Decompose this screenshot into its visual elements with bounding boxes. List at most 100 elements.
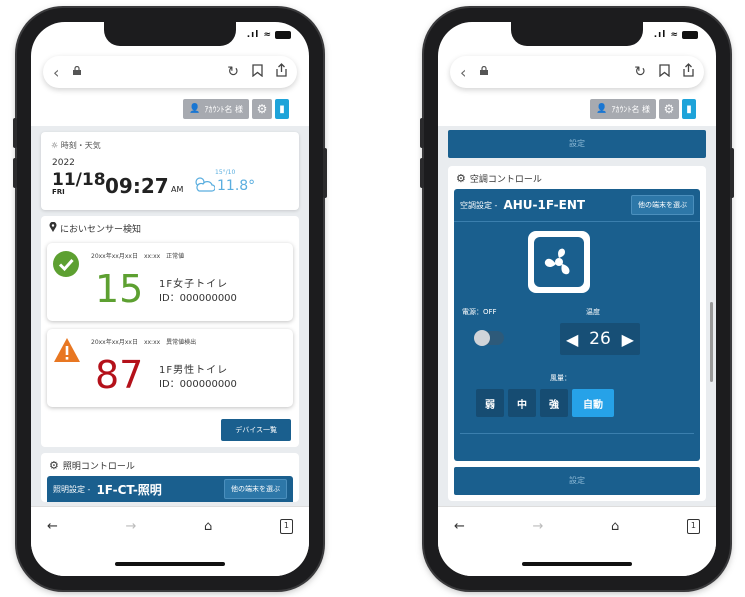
section-title: においセンサー検知 xyxy=(41,216,299,239)
location-pin-icon xyxy=(49,221,57,235)
lighting-title: 照明コントロール xyxy=(62,462,135,472)
reload-icon[interactable]: ↻ xyxy=(227,64,239,80)
screen: .ıl ≈ ‹ ↻ 👤 ｱｶｳﾝﾄ名 様 ⚙ ▮ xyxy=(438,22,716,576)
user-menu-button[interactable]: 👤 ｱｶｳﾝﾄ名 様 xyxy=(183,99,249,119)
forward-arrow-icon[interactable]: → xyxy=(533,519,544,534)
trash-icon[interactable]: ▮ xyxy=(682,99,696,119)
battery-icon xyxy=(275,30,291,39)
browser-toolbar: ← → ⌂ 1 xyxy=(31,506,309,576)
user-menu-button[interactable]: 👤 ｱｶｳﾝﾄ名 様 xyxy=(590,99,656,119)
odor-sensor-section: においセンサー検知 20xx年xx月xx日 xx:xx 正常値 15 1F女子ト… xyxy=(41,216,299,447)
power-button xyxy=(730,148,734,198)
sensor-card[interactable]: 20xx年xx月xx日 xx:xx 異常値検出 87 1F男性トイレ ID：00… xyxy=(47,329,293,407)
decrease-temp-button[interactable]: ◀ xyxy=(566,330,578,349)
power-toggle[interactable] xyxy=(474,330,504,346)
power-label: 電源：OFF xyxy=(462,308,497,316)
ac-label: 空調設定 - xyxy=(460,200,498,210)
clock-time: 09:27 xyxy=(105,174,169,198)
screen: .ıl ≈ ‹ ↻ 👤 ｱｶｳﾝﾄ名 様 ⚙ ▮ xyxy=(31,22,309,576)
tabs-icon[interactable]: 1 xyxy=(279,519,293,534)
year: 2022 xyxy=(52,158,75,168)
gear-icon[interactable]: ⚙ xyxy=(252,99,272,119)
user-name: ｱｶｳﾝﾄ名 様 xyxy=(611,104,650,114)
volume-button xyxy=(13,158,17,188)
hi-lo-temp: 15°/10 xyxy=(215,169,236,176)
fan-speed-label: 風量： xyxy=(550,374,571,382)
lighting-device-name: 1F-CT-照明 xyxy=(96,482,162,497)
trash-icon[interactable]: ▮ xyxy=(275,99,289,119)
section-title: ⚙ 空調コントロール xyxy=(448,166,706,189)
browser-url-bar[interactable]: ‹ ↻ xyxy=(43,56,297,88)
back-arrow-icon[interactable]: ← xyxy=(454,519,465,534)
warning-icon xyxy=(53,337,80,363)
browser-url-bar[interactable]: ‹ ↻ xyxy=(450,56,704,88)
volume-button xyxy=(13,118,17,148)
tabs-icon[interactable]: 1 xyxy=(686,519,700,534)
gear-icon[interactable]: ⚙ xyxy=(659,99,679,119)
share-icon[interactable] xyxy=(276,63,287,81)
bookmark-icon[interactable] xyxy=(252,63,263,81)
lighting-header: 照明設定 - 1F-CT-照明 他の端末を選ぶ xyxy=(47,476,293,502)
ac-panel: 空調設定 - AHU-1F-ENT 他の端末を選ぶ 電源：OFF 温度 ◀ 26… xyxy=(454,189,700,461)
volume-button xyxy=(420,158,424,188)
back-chevron-icon[interactable]: ‹ xyxy=(53,63,73,82)
bookmark-icon[interactable] xyxy=(659,63,670,81)
select-device-button[interactable]: 他の端末を選ぶ xyxy=(224,479,287,499)
sensor-location: 1F女子トイレ xyxy=(159,279,229,290)
sensor-card[interactable]: 20xx年xx月xx日 xx:xx 正常値 15 1F女子トイレ ID：0000… xyxy=(47,243,293,321)
sensor-id: ID：000000000 xyxy=(159,379,237,390)
user-icon: 👤 xyxy=(596,104,608,114)
status-bar: .ıl ≈ xyxy=(247,30,291,40)
weather-title: 時刻・天気 xyxy=(60,141,101,150)
temperature-value: 26 xyxy=(589,329,611,349)
current-temp: 11.8° xyxy=(217,178,256,194)
home-icon[interactable]: ⌂ xyxy=(204,519,212,534)
lock-icon xyxy=(480,65,496,78)
set-button[interactable]: 設定 xyxy=(454,467,700,495)
home-indicator[interactable] xyxy=(522,562,632,566)
share-icon[interactable] xyxy=(683,63,694,81)
ac-title: 空調コントロール xyxy=(469,175,542,185)
user-icon: 👤 xyxy=(189,104,201,114)
select-device-button[interactable]: 他の端末を選ぶ xyxy=(631,195,694,215)
ac-header: 空調設定 - AHU-1F-ENT 他の端末を選ぶ xyxy=(454,189,700,222)
home-icon[interactable]: ⌂ xyxy=(611,519,619,534)
sensor-timestamp: 20xx年xx月xx日 xx:xx 異常値検出 xyxy=(91,339,197,346)
forward-arrow-icon[interactable]: → xyxy=(126,519,137,534)
lighting-control-section: ⚙ 照明コントロール 照明設定 - 1F-CT-照明 他の端末を選ぶ xyxy=(41,453,299,502)
browser-toolbar: ← → ⌂ 1 xyxy=(438,506,716,576)
sensor-value: 15 xyxy=(95,267,144,311)
day-of-week: FRI xyxy=(52,188,65,196)
phone-right: .ıl ≈ ‹ ↻ 👤 ｱｶｳﾝﾄ名 様 ⚙ ▮ 設定 ⚙ 空調コントロール 空… xyxy=(420,8,734,590)
reload-icon[interactable]: ↻ xyxy=(634,64,646,80)
sensor-location: 1F男性トイレ xyxy=(159,365,229,376)
back-arrow-icon[interactable]: ← xyxy=(47,519,58,534)
toggle-knob xyxy=(474,330,490,346)
power-button xyxy=(323,148,327,198)
back-chevron-icon[interactable]: ‹ xyxy=(460,63,480,82)
increase-temp-button[interactable]: ▶ xyxy=(622,330,634,349)
set-button-top[interactable]: 設定 xyxy=(448,130,706,158)
fan-speed-medium-button[interactable]: 中 xyxy=(508,389,536,417)
home-indicator[interactable] xyxy=(115,562,225,566)
fan-speed-auto-button[interactable]: 自動 xyxy=(572,389,614,417)
ac-device-name: AHU-1F-ENT xyxy=(503,198,586,212)
temperature-stepper: ◀ 26 ▶ xyxy=(560,323,640,355)
ac-control-section: ⚙ 空調コントロール 空調設定 - AHU-1F-ENT 他の端末を選ぶ 電源：… xyxy=(448,166,706,501)
lock-icon xyxy=(73,65,89,78)
date: 11/18 xyxy=(52,170,106,190)
divider xyxy=(460,433,694,434)
fan-speed-high-button[interactable]: 強 xyxy=(540,389,568,417)
fan-speed-low-button[interactable]: 弱 xyxy=(476,389,504,417)
top-nav: 👤 ｱｶｳﾝﾄ名 様 ⚙ ▮ xyxy=(31,92,309,126)
check-circle-icon xyxy=(53,251,79,277)
scrollbar[interactable] xyxy=(710,302,713,382)
top-nav: 👤 ｱｶｳﾝﾄ名 様 ⚙ ▮ xyxy=(438,92,716,126)
odor-sensor-title: においセンサー検知 xyxy=(60,225,142,235)
fan-icon xyxy=(528,231,590,293)
page-content: 👤 ｱｶｳﾝﾄ名 様 ⚙ ▮ 設定 ⚙ 空調コントロール 空調設定 - AHU-… xyxy=(438,92,716,506)
device-list-button[interactable]: デバイス一覧 xyxy=(221,419,291,441)
section-title: ⚙ 照明コントロール xyxy=(41,453,299,476)
sun-icon: ☼ xyxy=(51,141,59,150)
notch xyxy=(511,22,643,46)
